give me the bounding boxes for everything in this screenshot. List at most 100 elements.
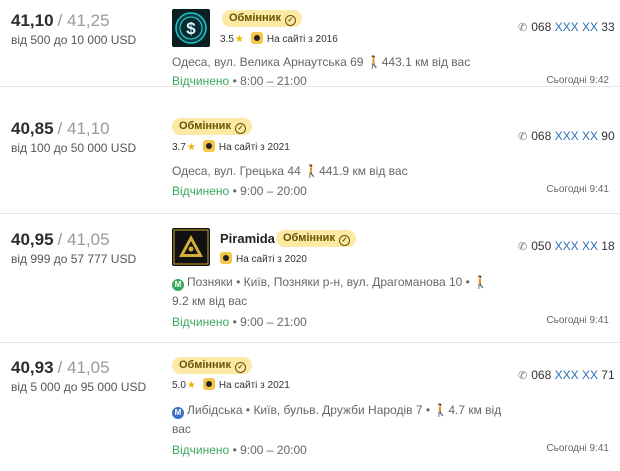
phone-icon: ✆ xyxy=(518,131,528,143)
rating-value: 3.7 xyxy=(172,142,186,153)
address: Київ, бульв. Дружби Народів 7 xyxy=(253,403,423,417)
metro-icon: M xyxy=(172,279,184,291)
phone-link[interactable]: ✆ 050 XXX XX 18 xyxy=(518,239,615,253)
address: Одеса, вул. Велика Арнаутська 69 xyxy=(172,55,364,69)
status-label: Відчинено xyxy=(172,315,230,329)
medal-icon xyxy=(202,378,215,390)
address: Київ, Позняки р-н, вул. Драгоманова 10 xyxy=(243,275,463,289)
rating-row: 3.7★ На сайті з 2021 xyxy=(172,140,290,153)
exchanger-badge: Обмінник ✓ xyxy=(172,118,252,135)
phone-suffix: 33 xyxy=(601,20,615,34)
phone-mask[interactable]: XXX XX xyxy=(555,368,598,382)
phone-link[interactable]: ✆ 068 XXX XX 90 xyxy=(518,129,615,143)
svg-text:$: $ xyxy=(186,19,196,38)
open-status: Відчинено • 9:00 – 21:00 xyxy=(172,315,307,329)
dollar-logo-icon: $ xyxy=(172,9,210,47)
sell-rate: 41,05 xyxy=(67,230,110,249)
exchanger-badge: Обмінник ✓ xyxy=(276,230,356,247)
badge-label: Обмінник xyxy=(283,232,335,244)
status-label: Відчинено xyxy=(172,74,230,88)
since-label: На сайті з 2016 xyxy=(266,34,338,45)
badge-label: Обмінник xyxy=(179,120,231,132)
phone-suffix: 90 xyxy=(601,129,615,143)
exchange-card[interactable]: 41,10/ 41,25 від 500 до 10 000 USD $ Обм… xyxy=(0,0,620,88)
working-hours: 9:00 – 21:00 xyxy=(240,315,307,329)
rating-row: На сайті з 2020 xyxy=(220,252,307,265)
phone-mask[interactable]: XXX XX xyxy=(555,20,598,34)
rate-separator: / xyxy=(57,11,63,30)
address-line: Одеса, вул. Грецька 44 🚶441.9 км від вас xyxy=(172,162,408,181)
buy-rate: 40,85 xyxy=(11,119,54,138)
medal-icon xyxy=(250,32,263,44)
sell-rate: 41,05 xyxy=(67,358,110,377)
rate: 40,93/ 41,05 xyxy=(11,358,110,378)
rating-value: 5.0 xyxy=(172,380,186,391)
updated-time: Сьогодні 9:42 xyxy=(546,75,609,86)
phone-link[interactable]: ✆ 068 XXX XX 33 xyxy=(518,20,615,34)
exchange-card[interactable]: 40,85/ 41,10 від 100 до 50 000 USD Обмін… xyxy=(0,87,620,214)
address-line: M Позняки • Київ, Позняки р-н, вул. Драго… xyxy=(172,275,489,308)
walk-icon: 🚶 xyxy=(366,55,382,69)
walk-icon: 🚶 xyxy=(433,403,449,417)
exchange-card[interactable]: 40,95/ 41,05 від 999 до 57 777 USD Piram… xyxy=(0,214,620,343)
status-label: Відчинено xyxy=(172,184,230,198)
pyramid-logo-icon xyxy=(172,228,210,266)
medal-icon xyxy=(220,252,232,264)
star-icon: ★ xyxy=(234,34,244,45)
buy-rate: 41,10 xyxy=(11,11,54,30)
address-line: M Либідська • Київ, бульв. Дружби Народів… xyxy=(172,403,502,436)
status-label: Відчинено xyxy=(172,443,230,457)
verified-check-icon: ✓ xyxy=(234,362,246,373)
buy-rate: 40,93 xyxy=(11,358,54,377)
distance: 9.2 км від вас xyxy=(172,294,248,308)
amount-range: від 100 до 50 000 USD xyxy=(11,141,137,155)
verified-check-icon: ✓ xyxy=(284,15,296,26)
phone-prefix: 068 xyxy=(531,129,552,143)
open-status: Відчинено • 9:00 – 20:00 xyxy=(172,184,307,198)
amount-range: від 5 000 до 95 000 USD xyxy=(11,380,147,394)
verified-check-icon: ✓ xyxy=(234,123,246,134)
phone-icon: ✆ xyxy=(518,241,528,253)
rate-separator: / xyxy=(57,230,63,249)
distance: 443.1 км від вас xyxy=(381,55,471,69)
walk-icon: 🚶 xyxy=(473,275,489,289)
metro-station: Позняки xyxy=(187,275,233,289)
phone-prefix: 068 xyxy=(531,20,552,34)
rating-value: 3.5 xyxy=(220,34,234,45)
star-icon: ★ xyxy=(186,142,196,153)
updated-time: Сьогодні 9:41 xyxy=(546,184,609,195)
since-label: На сайті з 2020 xyxy=(236,254,307,265)
address: Одеса, вул. Грецька 44 xyxy=(172,164,301,178)
phone-link[interactable]: ✆ 068 XXX XX 71 xyxy=(518,368,615,382)
star-icon: ★ xyxy=(186,380,196,391)
verified-check-icon: ✓ xyxy=(338,235,350,246)
updated-time: Сьогодні 9:41 xyxy=(546,315,609,326)
exchanger-name[interactable]: Piramida xyxy=(220,231,275,246)
phone-prefix: 050 xyxy=(531,239,552,253)
exchanger-badge: Обмінник ✓ xyxy=(222,10,302,27)
address-line: Одеса, вул. Велика Арнаутська 69 🚶443.1 … xyxy=(172,53,470,72)
amount-range: від 500 до 10 000 USD xyxy=(11,33,137,47)
phone-suffix: 18 xyxy=(601,239,615,253)
open-status: Відчинено • 8:00 – 21:00 xyxy=(172,74,307,88)
phone-mask[interactable]: XXX XX xyxy=(555,129,598,143)
rating-row: 5.0★ На сайті з 2021 xyxy=(172,378,290,391)
rate: 40,95/ 41,05 xyxy=(11,230,110,250)
buy-rate: 40,95 xyxy=(11,230,54,249)
badge-label: Обмінник xyxy=(229,12,281,24)
phone-icon: ✆ xyxy=(518,22,528,34)
phone-suffix: 71 xyxy=(601,368,615,382)
distance: 441.9 км від вас xyxy=(319,164,408,178)
sell-rate: 41,25 xyxy=(67,11,110,30)
badge-label: Обмінник xyxy=(179,359,231,371)
working-hours: 9:00 – 20:00 xyxy=(240,443,307,457)
phone-prefix: 068 xyxy=(531,368,552,382)
rate-separator: / xyxy=(57,119,63,138)
phone-mask[interactable]: XXX XX xyxy=(555,239,598,253)
metro-station: Либідська xyxy=(187,403,243,417)
open-status: Відчинено • 9:00 – 20:00 xyxy=(172,443,307,457)
exchange-card[interactable]: 40,93/ 41,05 від 5 000 до 95 000 USD Обм… xyxy=(0,343,620,471)
updated-time: Сьогодні 9:41 xyxy=(546,443,609,454)
rate: 41,10/ 41,25 xyxy=(11,11,110,31)
since-label: На сайті з 2021 xyxy=(218,142,290,153)
